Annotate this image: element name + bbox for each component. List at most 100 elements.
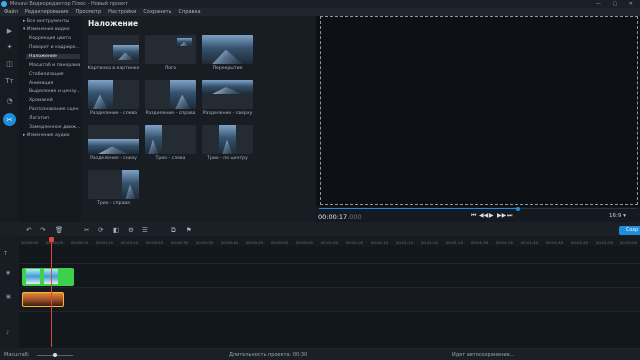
category-scene-detection[interactable]: Распознавание сцен	[29, 107, 78, 112]
track-header-text: T	[0, 246, 19, 264]
aspect-ratio-select[interactable]: 16:9 ▾	[609, 213, 626, 219]
filters-icon[interactable]: ◫	[3, 57, 16, 70]
ruler-tick: 00:00:20	[121, 240, 139, 245]
overlay-item-trio-right[interactable]	[88, 170, 139, 199]
timeline-toolbar	[0, 222, 640, 236]
more-tools-icon[interactable]: ✂	[3, 113, 16, 126]
ruler-tick: 00:00:10	[71, 240, 89, 245]
menu-settings[interactable]: Настройки	[108, 8, 136, 16]
menu-save[interactable]: Сохранить	[143, 8, 171, 16]
overlay-label: Разделение - слева	[90, 111, 137, 116]
playback-scrubber[interactable]	[319, 206, 637, 211]
tool-strip: ▶ ✦ ◫ Tт ◔ ✂	[0, 16, 19, 222]
overlay-item-trio-center[interactable]	[202, 125, 253, 154]
overlay-item-split-left[interactable]	[88, 80, 139, 109]
play-icon[interactable]: ▶	[489, 212, 494, 219]
timecode-frac: .000	[347, 213, 362, 221]
timecode: 00:00:17.000	[318, 213, 362, 221]
magic-wand-icon[interactable]: ✦	[3, 40, 16, 53]
audio-track-icon[interactable]: ♪	[6, 330, 9, 336]
step-forward-icon[interactable]: ▶▶	[497, 212, 506, 219]
scrubber-progress	[319, 208, 518, 209]
color-adjust-icon[interactable]: ⚙	[128, 226, 134, 234]
step-back-icon[interactable]: ◀◀	[479, 212, 488, 219]
overlay-track-icon[interactable]: ◉	[6, 270, 10, 276]
preview-frame	[320, 16, 638, 205]
ruler-tick: 00:00:25	[146, 240, 164, 245]
menu-file[interactable]: Файл	[4, 8, 18, 16]
cut-icon[interactable]: ✂	[84, 226, 89, 234]
timeline-playhead[interactable]	[49, 237, 54, 347]
ruler-tick: 00:00:35	[196, 240, 214, 245]
overlay-item-trio-left[interactable]	[145, 125, 196, 154]
category-highlight-censor[interactable]: Выделение и цензу...	[29, 89, 81, 94]
title-bar: Movavi Видеоредактор Плюс - Новый проект…	[0, 0, 640, 8]
category-all-tools[interactable]: ▸ Все инструменты	[23, 19, 69, 24]
zoom-label: Масштаб:	[4, 352, 30, 358]
overlay-item-logo[interactable]	[145, 35, 196, 64]
category-color-correction[interactable]: Коррекция цвета	[29, 36, 71, 41]
audio-track[interactable]	[19, 312, 640, 349]
skip-end-icon[interactable]: ⏭	[507, 212, 512, 220]
overlay-item-split-top[interactable]	[202, 80, 253, 109]
menu-edit[interactable]: Редактирование	[25, 8, 69, 16]
player-bar	[316, 207, 640, 222]
category-stabilization[interactable]: Стабилизация	[29, 72, 64, 77]
ruler-tick: 00:01:10	[371, 240, 389, 245]
ruler-tick: 00:00:45	[246, 240, 264, 245]
ruler-tick: 00:01:00	[321, 240, 339, 245]
ruler-tick: 00:01:35	[496, 240, 514, 245]
overlay-label: Трио - слева	[155, 156, 186, 161]
menu-view[interactable]: Просмотр	[75, 8, 101, 16]
zoom-slider-handle[interactable]	[53, 353, 57, 357]
undo-icon[interactable]: ↶	[26, 226, 31, 234]
overlay-label: Разделение - сверху	[202, 111, 253, 116]
delete-icon[interactable]: 🗑	[55, 226, 63, 234]
category-slow-motion[interactable]: Замедленное движ...	[29, 125, 80, 130]
category-video-edit[interactable]: ▾ Изменение видео	[23, 27, 70, 32]
ruler-tick: 00:00:50	[271, 240, 289, 245]
ruler-tick: 00:00:40	[221, 240, 239, 245]
redo-icon[interactable]: ↷	[40, 226, 45, 234]
category-logo[interactable]: Логотип	[29, 116, 49, 121]
video-track[interactable]	[19, 288, 640, 312]
category-rotate-crop[interactable]: Поворот и кадриро...	[29, 45, 80, 50]
category-animation[interactable]: Анимация	[29, 81, 53, 86]
overlay-item-picture-in-picture[interactable]	[88, 35, 139, 64]
rotate-icon[interactable]: ⟳	[98, 226, 103, 234]
overlay-label: Разделение - снизу	[90, 156, 137, 161]
ruler-tick: 00:01:30	[471, 240, 489, 245]
window-controls[interactable]: — ▢ ✕	[596, 0, 638, 8]
ruler-tick: 00:01:15	[396, 240, 414, 245]
category-audio-edit[interactable]: ▸ Изменение аудио	[23, 133, 70, 138]
category-chroma-key[interactable]: Хромакей	[29, 98, 53, 103]
clip-properties-icon[interactable]: ☰	[142, 226, 148, 234]
video-preview[interactable]	[316, 16, 640, 207]
scrubber-handle[interactable]	[516, 206, 520, 211]
marker-icon[interactable]: ⚑	[186, 226, 192, 234]
category-zoom-pan[interactable]: Масштаб и панорама	[29, 63, 80, 68]
overlay-label: Лого	[164, 66, 177, 71]
transitions-icon[interactable]: ◔	[3, 94, 16, 107]
autosave-status: Идет автосохранение...	[452, 352, 515, 358]
import-icon[interactable]: ▶	[3, 24, 16, 37]
overlay-item-split-bottom[interactable]	[88, 125, 139, 154]
overlay-clip[interactable]	[22, 268, 74, 286]
track-header-audio: ♪	[0, 312, 19, 349]
video-track-icon[interactable]: ▣	[6, 294, 11, 300]
overlay-item-overlap[interactable]	[202, 35, 253, 64]
overlay-label: Картинка в картинке	[87, 66, 140, 71]
titles-icon[interactable]: Tт	[3, 74, 16, 87]
text-track[interactable]	[19, 246, 640, 264]
video-clip[interactable]	[22, 292, 64, 307]
overlay-tool-icon[interactable]: ⧉	[171, 226, 176, 235]
category-overlay[interactable]: Наложение	[26, 54, 80, 59]
menu-help[interactable]: Справка	[179, 8, 201, 16]
crop-icon[interactable]: ◧	[113, 226, 119, 234]
overlay-item-split-right[interactable]	[145, 80, 196, 109]
text-track-icon[interactable]: T	[4, 251, 7, 257]
ruler-tick: 00:01:55	[596, 240, 614, 245]
skip-start-icon[interactable]: ⏮	[471, 212, 476, 220]
overlay-track[interactable]	[19, 264, 640, 288]
export-button[interactable]: Сохр	[619, 226, 640, 235]
